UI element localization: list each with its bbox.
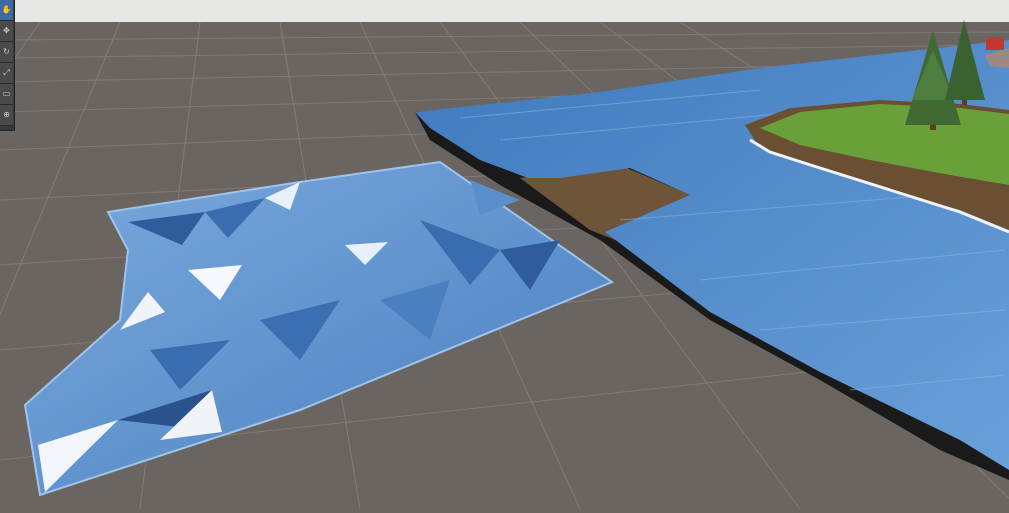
scene-render: [0, 0, 1009, 510]
sky: [0, 0, 1009, 24]
rect-icon: ▭: [2, 89, 11, 98]
hand-icon: ✋: [1, 5, 12, 14]
scene-viewport[interactable]: ✋ ✥ ↻ ⤢ ▭ ⊕: [0, 0, 1009, 510]
rect-tool-button[interactable]: ▭: [0, 84, 13, 105]
red-marker-object: [986, 38, 1004, 50]
move-icon: ✥: [3, 26, 10, 35]
rotate-icon: ↻: [3, 47, 10, 56]
scale-tool-button[interactable]: ⤢: [0, 63, 13, 84]
move-tool-button[interactable]: ✥: [0, 21, 13, 42]
scene-toolstrip: ✋ ✥ ↻ ⤢ ▭ ⊕: [0, 0, 15, 131]
transform-icon: ⊕: [3, 110, 10, 119]
transform-tool-button[interactable]: ⊕: [0, 105, 13, 126]
view-tool-button[interactable]: ✋: [0, 0, 13, 21]
rotate-tool-button[interactable]: ↻: [0, 42, 13, 63]
scale-icon: ⤢: [3, 68, 10, 77]
